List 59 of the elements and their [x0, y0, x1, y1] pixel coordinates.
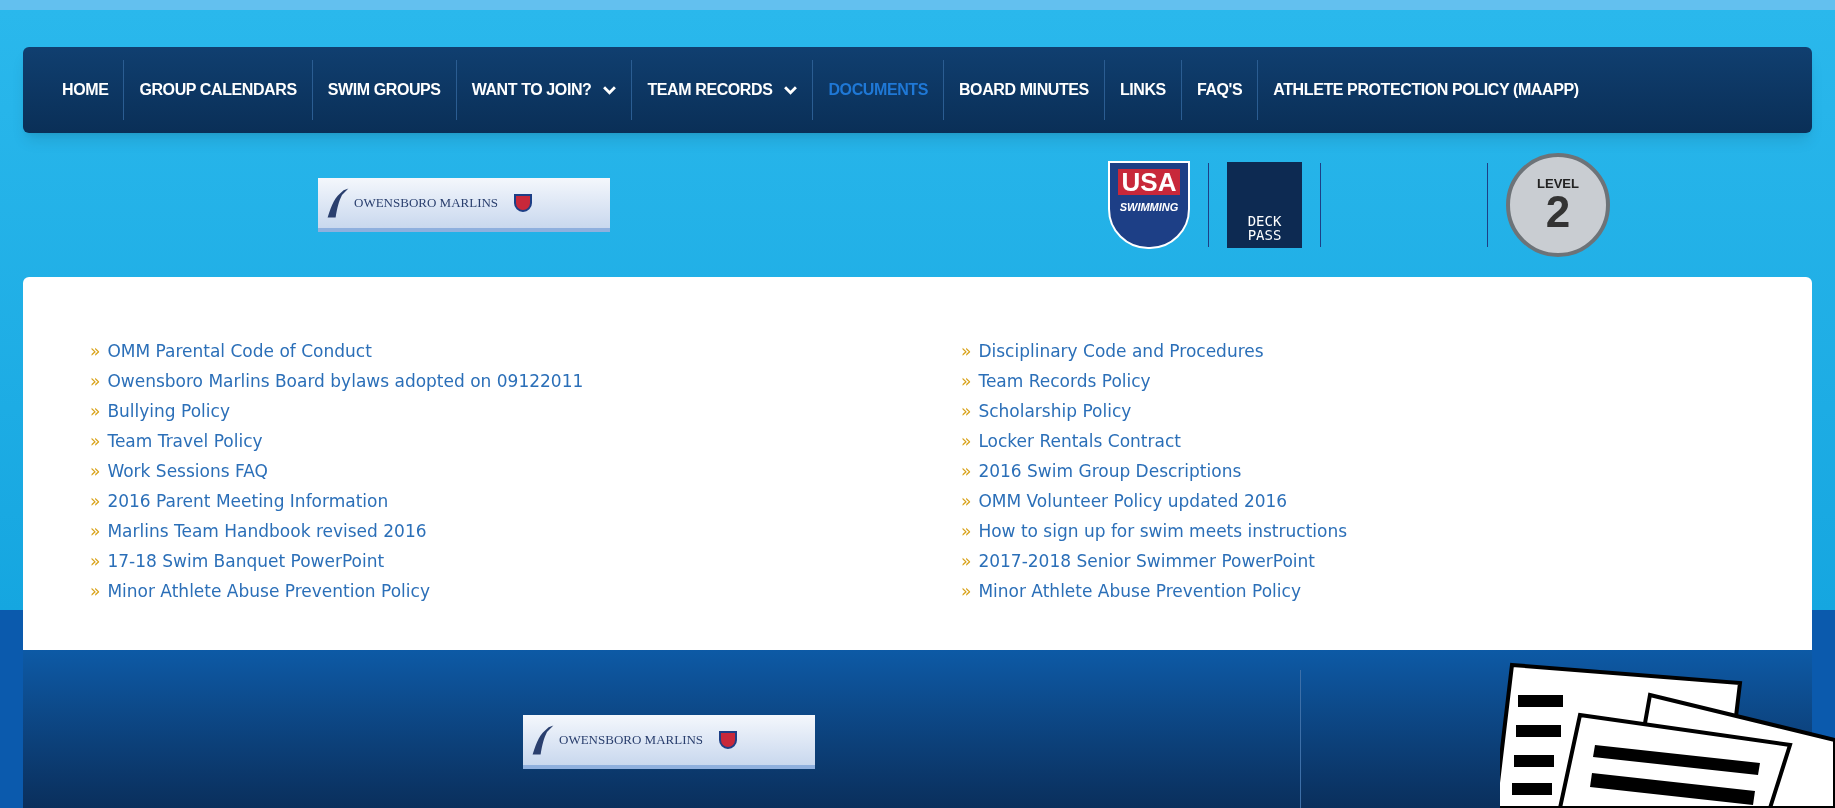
- shield-icon: [514, 194, 533, 212]
- document-link[interactable]: 2016 Parent Meeting Information: [107, 489, 389, 515]
- club-logo[interactable]: OWENSBORO MARLINS: [523, 715, 815, 769]
- bullet-marker: »: [961, 520, 972, 544]
- logo-text: PASS: [1247, 228, 1282, 242]
- usa-swimming-logo[interactable]: USA SWIMMING: [1108, 161, 1190, 249]
- nav-link[interactable]: GROUP CALENDARS: [124, 47, 312, 133]
- document-link[interactable]: Work Sessions FAQ: [107, 459, 268, 485]
- club-logo[interactable]: OWENSBORO MARLINS: [318, 178, 610, 232]
- bullet-marker: »: [961, 460, 972, 484]
- document-link[interactable]: Marlins Team Handbook revised 2016: [107, 519, 427, 545]
- document-link[interactable]: How to sign up for swim meets instructions: [978, 519, 1348, 545]
- logo-text: SWIMMING: [1119, 200, 1179, 215]
- nav-link[interactable]: FAQ'S: [1181, 47, 1258, 133]
- bullet-marker: »: [90, 550, 101, 574]
- bullet-marker: »: [90, 460, 101, 484]
- bullet-marker: »: [961, 430, 972, 454]
- nav-link[interactable]: ATHLETE PROTECTION POLICY (MAAPP): [1258, 47, 1594, 133]
- logo-text: USA: [1117, 169, 1181, 195]
- document-link[interactable]: Scholarship Policy: [978, 399, 1132, 425]
- bullet-marker: »: [961, 490, 972, 514]
- deck-pass-logo[interactable]: DECK PASS: [1227, 162, 1302, 248]
- logo-text: DECK: [1247, 214, 1282, 228]
- nav-link[interactable]: HOME: [47, 47, 124, 133]
- bullet-marker: »: [90, 430, 101, 454]
- bullet-marker: »: [90, 520, 101, 544]
- document-link[interactable]: Locker Rentals Contract: [978, 429, 1181, 455]
- nav-link[interactable]: WANT TO JOIN?: [456, 47, 632, 133]
- bullet-marker: »: [90, 400, 101, 424]
- document-link[interactable]: Bullying Policy: [107, 399, 230, 425]
- logo-text: OWENSBORO MARLINS: [354, 194, 499, 213]
- bullet-marker: »: [961, 580, 972, 604]
- bullet-marker: »: [961, 340, 972, 364]
- nav-link[interactable]: TEAM RECORDS: [632, 47, 813, 133]
- document-link[interactable]: Owensboro Marlins Board bylaws adopted on 09122011: [107, 369, 584, 395]
- bullet-marker: »: [90, 370, 101, 394]
- document-link[interactable]: Minor Athlete Abuse Prevention Policy: [978, 579, 1301, 605]
- document-link[interactable]: OMM Volunteer Policy updated 2016: [978, 489, 1288, 515]
- document-link[interactable]: 2017-2018 Senior Swimmer PowerPoint: [978, 549, 1315, 575]
- bullet-marker: »: [961, 550, 972, 574]
- bullet-marker: »: [961, 370, 972, 394]
- document-link[interactable]: 17-18 Swim Banquet PowerPoint: [107, 549, 385, 575]
- logo-text: LEVEL: [1537, 176, 1579, 190]
- logo-text: OWENSBORO MARLINS: [559, 731, 704, 750]
- bullet-marker: »: [961, 400, 972, 424]
- bullet-marker: »: [90, 490, 101, 514]
- bullet-marker: »: [90, 340, 101, 364]
- document-link[interactable]: Disciplinary Code and Procedures: [978, 339, 1264, 365]
- nav-link[interactable]: SWIM GROUPS: [312, 47, 456, 133]
- document-link[interactable]: 2016 Swim Group Descriptions: [978, 459, 1242, 485]
- nav-link[interactable]: LINKS: [1104, 47, 1181, 133]
- document-link[interactable]: Team Records Policy: [978, 369, 1151, 395]
- shield-icon: [719, 731, 738, 749]
- bullet-marker: »: [90, 580, 101, 604]
- document-link[interactable]: OMM Parental Code of Conduct: [107, 339, 372, 365]
- logo-text: 2: [1545, 189, 1571, 234]
- document-link[interactable]: Minor Athlete Abuse Prevention Policy: [107, 579, 430, 605]
- document-link[interactable]: Team Travel Policy: [107, 429, 263, 455]
- nav-link[interactable]: BOARD MINUTES: [943, 47, 1104, 133]
